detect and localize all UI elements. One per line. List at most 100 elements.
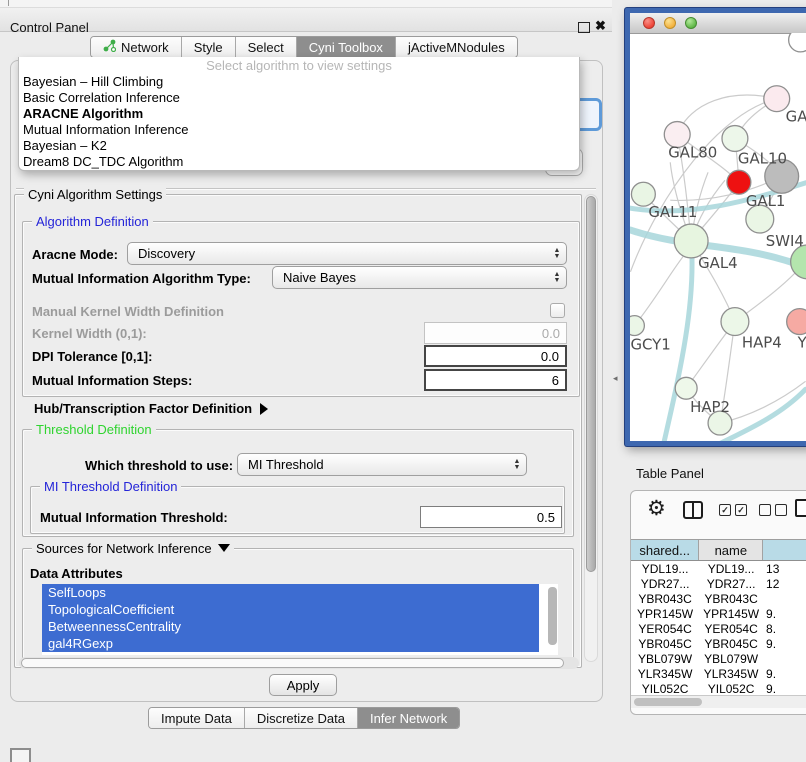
network-edge <box>634 254 685 326</box>
table-cell: YER054C <box>631 621 699 636</box>
aracne-mode-combobox[interactable]: Discovery ▲▼ <box>127 242 567 265</box>
table-row[interactable]: YBL079WYBL079W <box>631 651 806 666</box>
table-row[interactable]: YLR345WYLR345W9. <box>631 666 806 681</box>
attribute-list-item[interactable]: gal4RGexp <box>42 635 539 652</box>
attribute-list-item[interactable]: SelfLoops <box>42 584 539 601</box>
minimize-traffic-light-icon[interactable] <box>664 17 676 29</box>
attribute-list-item[interactable]: BetweennessCentrality <box>42 618 539 635</box>
close-icon[interactable]: ✖ <box>595 18 606 34</box>
table-row[interactable]: YBR043CYBR043C <box>631 591 806 606</box>
table-row[interactable]: YBR045CYBR045C9. <box>631 636 806 651</box>
tab-infer-network[interactable]: Infer Network <box>358 708 459 728</box>
checkbox-checked-icon[interactable]: ✓ <box>735 504 747 516</box>
mi-type-label: Mutual Information Algorithm Type: <box>32 271 251 286</box>
tab-label: Infer Network <box>370 711 447 726</box>
table-panel: ⚙ ✓ ✓ shared...name YDL19...YDL19...13YD… <box>630 490 806 715</box>
tab-network[interactable]: Network <box>91 37 182 57</box>
table-row[interactable]: YDR27...YDR27...12 <box>631 576 806 591</box>
table-row[interactable]: YPR145WYPR145W9. <box>631 606 806 621</box>
dpi-tolerance-field[interactable]: 0.0 <box>424 345 567 367</box>
which-threshold-value: MI Threshold <box>238 457 508 472</box>
tab-select[interactable]: Select <box>236 37 297 57</box>
aracne-mode-label: Aracne Mode: <box>32 247 118 262</box>
tab-discretize-data[interactable]: Discretize Data <box>245 708 358 728</box>
collapse-down-icon[interactable] <box>218 544 230 552</box>
network-view-window[interactable]: GALGAL80GAL10GAL1GAL11SWI4GAL4GCY1HAP4YH… <box>625 8 806 446</box>
minimized-panel-icon[interactable] <box>10 748 31 762</box>
network-node[interactable] <box>721 308 749 336</box>
network-canvas[interactable]: GALGAL80GAL10GAL1GAL11SWI4GAL4GCY1HAP4YH… <box>630 33 806 441</box>
tab-style[interactable]: Style <box>182 37 236 57</box>
network-node[interactable] <box>674 224 708 258</box>
apply-button[interactable]: Apply <box>269 674 337 696</box>
network-node[interactable] <box>722 126 748 152</box>
sources-title-text: Sources for Network Inference <box>36 541 212 556</box>
list-scrollbar-thumb[interactable] <box>548 587 557 645</box>
mi-threshold-label: Mutual Information Threshold: <box>40 510 228 525</box>
mi-steps-field[interactable]: 6 <box>424 369 567 391</box>
table-hscrollbar-thumb[interactable] <box>634 698 702 706</box>
table-cell: YPR145W <box>631 606 699 621</box>
column-header[interactable]: shared... <box>631 540 699 560</box>
mi-type-combobox[interactable]: Naive Bayes ▲▼ <box>272 266 567 289</box>
tab-cyni-toolbox[interactable]: Cyni Toolbox <box>297 37 396 57</box>
manual-kernel-checkbox[interactable] <box>550 303 565 318</box>
float-window-icon[interactable] <box>578 22 590 33</box>
tab-jactivemnodules[interactable]: jActiveMNodules <box>396 37 517 57</box>
column-header[interactable]: name <box>699 540 763 560</box>
hub-definition-label: Hub/Transcription Factor Definition <box>34 401 252 416</box>
data-attributes-list: SelfLoopsTopologicalCoefficientBetweenne… <box>42 584 558 655</box>
threshold-definition-title: Threshold Definition <box>32 422 156 437</box>
table-cell: YDL19... <box>699 561 763 576</box>
column-header[interactable] <box>763 540 806 560</box>
algorithm-list-item[interactable]: Mutual Information Inference <box>19 122 579 138</box>
zoom-traffic-light-icon[interactable] <box>685 17 697 29</box>
network-node-label: SWI4 <box>766 232 804 250</box>
table-cell: 12 <box>763 576 806 591</box>
table-row[interactable]: YER054CYER054C8. <box>631 621 806 636</box>
checkbox-unchecked-icon[interactable] <box>759 504 771 516</box>
mi-steps-label: Mutual Information Steps: <box>32 373 192 388</box>
table-toolbar: ⚙ ✓ ✓ <box>631 491 806 539</box>
which-threshold-combobox[interactable]: MI Threshold ▲▼ <box>237 453 527 476</box>
table-rows: YDL19...YDL19...13YDR27...YDR27...12YBR0… <box>631 561 806 695</box>
checkbox-checked-icon[interactable]: ✓ <box>719 504 731 516</box>
network-node[interactable] <box>630 316 644 336</box>
table-cell: YIL052C <box>699 681 763 695</box>
network-node-label: GAL80 <box>668 143 717 161</box>
algorithm-list-item[interactable]: Bayesian – K2 <box>19 138 579 154</box>
tab-impute-data[interactable]: Impute Data <box>149 708 245 728</box>
algorithm-list-item[interactable]: ARACNE Algorithm <box>19 106 579 122</box>
stepper-icon: ▲▼ <box>548 248 566 260</box>
split-columns-icon[interactable] <box>683 501 703 519</box>
stepper-icon: ▲▼ <box>508 459 526 471</box>
gear-icon[interactable]: ⚙ <box>647 496 666 521</box>
attribute-list-item[interactable]: TopologicalCoefficient <box>42 601 539 618</box>
horizontal-scrollbar-thumb[interactable] <box>21 658 564 668</box>
algorithm-list-item[interactable]: Dream8 DC_TDC Algorithm <box>19 154 579 170</box>
hub-definition-expander[interactable]: Hub/Transcription Factor Definition <box>34 400 268 418</box>
table-cell: YBR043C <box>631 591 699 606</box>
network-node-label: Y <box>797 333 806 351</box>
table-hscrollbar-track <box>631 695 806 708</box>
mi-threshold-field[interactable]: 0.5 <box>420 506 562 528</box>
network-node[interactable] <box>727 170 751 194</box>
algorithm-list-item[interactable]: Bayesian – Hill Climbing <box>19 74 579 90</box>
table-cell: 13 <box>763 561 806 576</box>
table-row[interactable]: YIL052CYIL052C9. <box>631 681 806 695</box>
network-window-titlebar <box>630 13 806 34</box>
network-node[interactable] <box>791 245 806 279</box>
table-cell: YBR045C <box>631 636 699 651</box>
algorithm-list-item[interactable]: Basic Correlation Inference <box>19 90 579 106</box>
network-node[interactable] <box>789 33 806 52</box>
checkbox-unchecked-icon[interactable] <box>775 504 787 516</box>
network-node[interactable] <box>675 377 697 399</box>
close-traffic-light-icon[interactable] <box>643 17 655 29</box>
panel-resize-handle[interactable]: ◂ <box>613 373 618 384</box>
table-row[interactable]: YDL19...YDL19...13 <box>631 561 806 576</box>
network-node-label: HAP4 <box>742 333 782 351</box>
document-icon[interactable] <box>795 499 806 517</box>
network-node[interactable] <box>787 309 806 335</box>
stepper-icon: ▲▼ <box>548 272 566 284</box>
settings-scrollbar-thumb[interactable] <box>586 196 596 572</box>
